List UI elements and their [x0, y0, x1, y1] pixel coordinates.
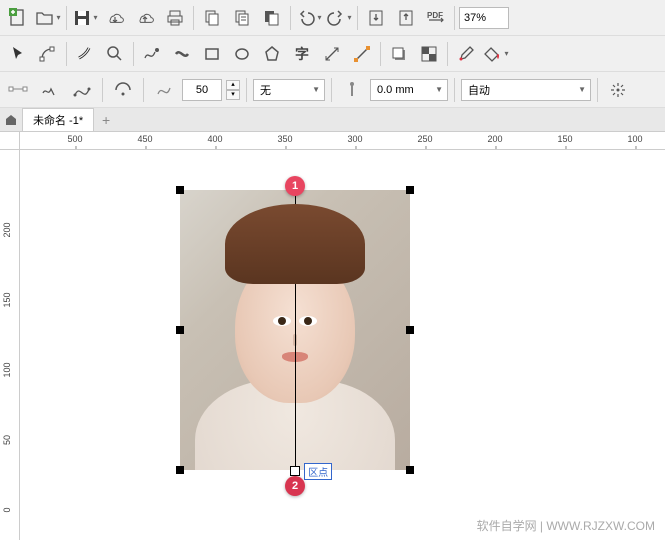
print-button[interactable]: [161, 4, 189, 32]
canvas[interactable]: 1 2 区点: [20, 150, 665, 540]
drop-shadow-tool[interactable]: [385, 40, 413, 68]
annotation-marker-2: 2: [285, 476, 305, 496]
home-tab[interactable]: [0, 109, 22, 131]
smoothing-spinner[interactable]: ▴▾: [226, 80, 240, 100]
auto-select[interactable]: 自动: [461, 79, 591, 101]
smoothing-icon: [150, 76, 178, 104]
rectangle-tool[interactable]: [198, 40, 226, 68]
crop-tool[interactable]: [71, 40, 99, 68]
bezier-icon[interactable]: [68, 76, 96, 104]
parallel-dim-tool[interactable]: [318, 40, 346, 68]
pdf-button[interactable]: PDF: [422, 4, 450, 32]
add-tab-button[interactable]: +: [96, 110, 116, 130]
connector-tool[interactable]: [348, 40, 376, 68]
selected-image-object[interactable]: 1 2 区点: [180, 190, 410, 470]
document-tabbar: 未命名 -1* +: [0, 108, 665, 132]
freehand-smoothing-icon[interactable]: [36, 76, 64, 104]
transparency-tool[interactable]: [415, 40, 443, 68]
ruler-corner: [0, 132, 20, 150]
handle-top-left[interactable]: [176, 186, 184, 194]
corner-style-select[interactable]: 无: [253, 79, 325, 101]
text-tool[interactable]: 字: [288, 40, 316, 68]
main-toolbar: ▾ ▾ ▾ ▾ PDF: [0, 0, 665, 36]
ruler-vertical[interactable]: 200 150 100 50 0: [0, 150, 20, 540]
cloud-upload-button[interactable]: [131, 4, 159, 32]
handle-top-right[interactable]: [406, 186, 414, 194]
tools-toolbar: 字 ▾: [0, 36, 665, 72]
undo-button[interactable]: ▾: [295, 4, 323, 32]
node-handle[interactable]: [290, 466, 300, 476]
fill-tool[interactable]: ▾: [482, 40, 510, 68]
zoom-tool[interactable]: [101, 40, 129, 68]
svg-text:PDF: PDF: [427, 11, 443, 20]
export-button[interactable]: [392, 4, 420, 32]
open-button[interactable]: ▾: [34, 4, 62, 32]
annotation-marker-1: 1: [285, 176, 305, 196]
shape-tool[interactable]: [34, 40, 62, 68]
freehand-tool[interactable]: [138, 40, 166, 68]
ruler-horizontal[interactable]: 500 450 400 350 300 250 200 150 100: [20, 132, 665, 150]
ellipse-tool[interactable]: [228, 40, 256, 68]
node-tooltip: 区点: [304, 463, 332, 480]
snap-icon[interactable]: [604, 76, 632, 104]
zoom-input[interactable]: [459, 7, 509, 29]
eyedropper-tool[interactable]: [452, 40, 480, 68]
handle-bottom-right[interactable]: [406, 466, 414, 474]
pick-tool[interactable]: [4, 40, 32, 68]
outline-width-icon: [338, 76, 366, 104]
document-tab[interactable]: 未命名 -1*: [22, 108, 94, 131]
redo-button[interactable]: ▾: [325, 4, 353, 32]
outline-width-select[interactable]: 0.0 mm: [370, 79, 448, 101]
artistic-media-tool[interactable]: [168, 40, 196, 68]
cloud-download-button[interactable]: [101, 4, 129, 32]
smoothing-input[interactable]: [182, 79, 222, 101]
duplicate-button[interactable]: [258, 4, 286, 32]
import-button[interactable]: [362, 4, 390, 32]
handle-middle-right[interactable]: [406, 326, 414, 334]
workspace: 500 450 400 350 300 250 200 150 100 200 …: [0, 132, 665, 540]
paste-button[interactable]: [228, 4, 256, 32]
new-button[interactable]: [4, 4, 32, 32]
handle-middle-left[interactable]: [176, 326, 184, 334]
preset-icon[interactable]: [4, 76, 32, 104]
svg-text:字: 字: [295, 46, 309, 62]
property-bar: ▴▾ 无 0.0 mm 自动: [0, 72, 665, 108]
handle-bottom-left[interactable]: [176, 466, 184, 474]
bounding-icon[interactable]: [109, 76, 137, 104]
copy-button[interactable]: [198, 4, 226, 32]
watermark-text: 软件自学网 | WWW.RJZXW.COM: [477, 517, 655, 534]
polygon-tool[interactable]: [258, 40, 286, 68]
save-button[interactable]: ▾: [71, 4, 99, 32]
